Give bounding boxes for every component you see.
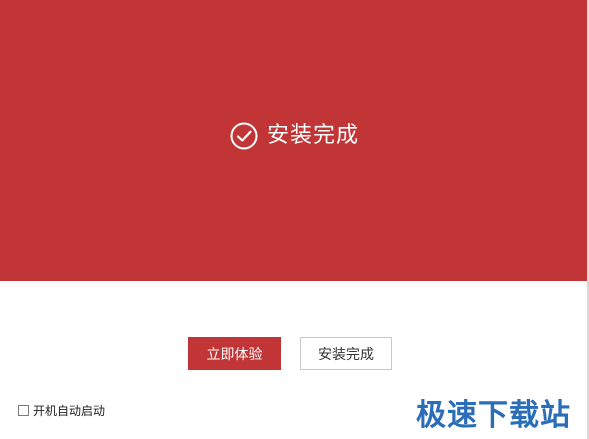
finish-button[interactable]: 安装完成 [300,337,392,370]
installer-window: 安装完成 立即体验 安装完成 开机自动启动 极速下载站 [0,0,589,439]
completion-title: 安装完成 [266,123,359,148]
hero-banner: 安装完成 [0,0,589,281]
site-watermark: 极速下载站 [416,398,571,433]
try-now-button[interactable]: 立即体验 [188,337,281,370]
completion-heading: 安装完成 [0,122,589,150]
autostart-option[interactable]: 开机自动启动 [18,402,105,419]
autostart-label: 开机自动启动 [33,404,106,418]
autostart-checkbox[interactable] [18,405,29,416]
check-circle-icon [230,122,258,150]
